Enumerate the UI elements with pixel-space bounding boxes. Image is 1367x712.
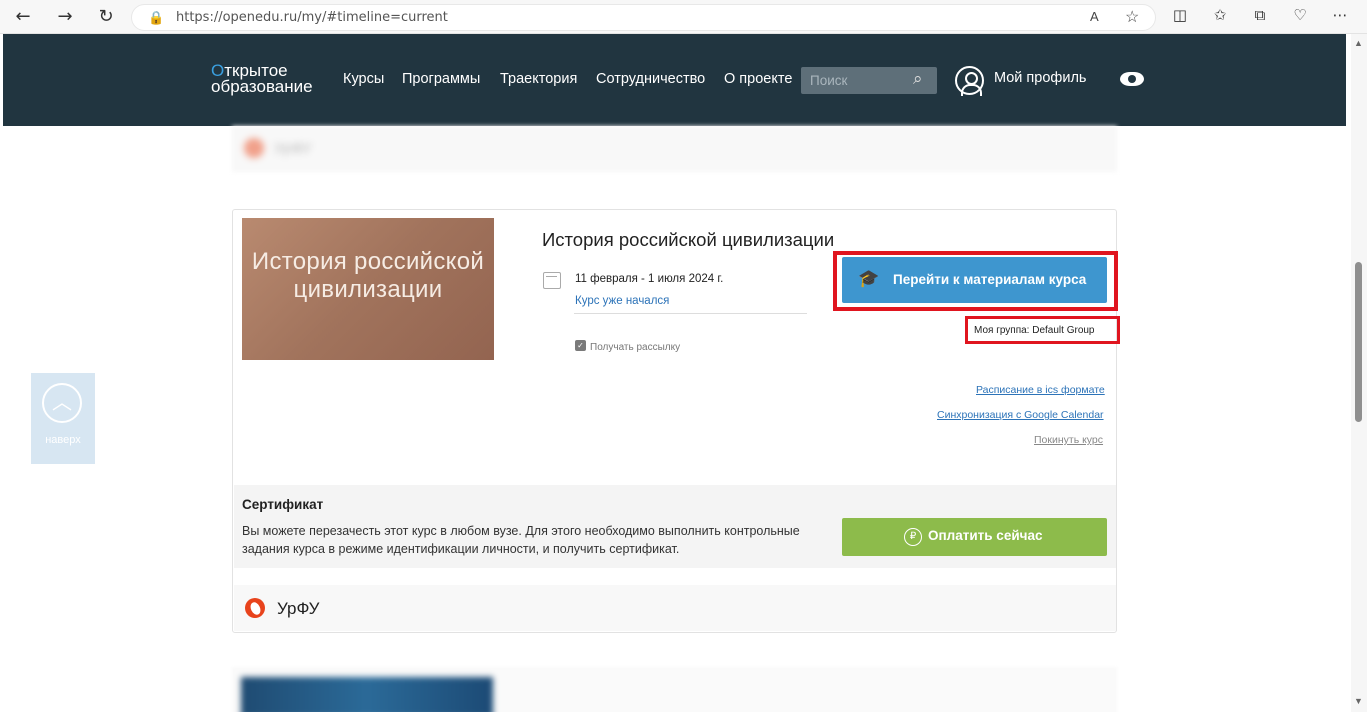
split-screen-icon[interactable]: ◫: [1169, 6, 1191, 24]
scroll-down-icon[interactable]: ▼: [1354, 696, 1363, 706]
read-aloud-icon[interactable]: A: [1090, 9, 1099, 24]
university-name[interactable]: УрФУ: [277, 599, 319, 619]
address-bar[interactable]: 🔒 https://openedu.ru/my/#timeline=curren…: [131, 4, 1156, 31]
refresh-icon[interactable]: ↻: [94, 5, 118, 29]
favorites-icon[interactable]: ✩: [1209, 6, 1231, 24]
university-logo-icon: [244, 138, 264, 158]
site-header: Открытое образование Курсы Программы Тра…: [3, 34, 1346, 126]
extensions-icon[interactable]: ♡: [1289, 6, 1311, 24]
blurred-university-name: УрФУ: [274, 140, 312, 157]
course-status: Курс уже начался: [575, 295, 670, 307]
scroll-up-icon[interactable]: ▲: [1354, 38, 1363, 48]
url-text: https://openedu.ru/my/#timeline=current: [176, 10, 448, 25]
menu-trajectory[interactable]: Траектория: [500, 71, 577, 87]
favorite-star-icon[interactable]: ☆: [1125, 7, 1139, 27]
course-image-text: История российской цивилизации: [251, 248, 485, 303]
divider: [574, 313, 807, 314]
logo-line2: образование: [211, 77, 313, 96]
back-icon[interactable]: ←: [11, 5, 35, 29]
scrollbar-thumb[interactable]: [1355, 262, 1362, 422]
menu-programs[interactable]: Программы: [402, 71, 480, 87]
more-icon[interactable]: ⋯: [1329, 6, 1351, 24]
search-input[interactable]: Поиск ⌕: [801, 67, 937, 94]
lock-icon: 🔒: [148, 10, 165, 25]
menu-about[interactable]: О проекте: [724, 71, 792, 87]
certificate-section: Сертификат Вы можете перезачесть этот ку…: [234, 485, 1116, 568]
previous-course-card-blurred: УрФУ: [232, 126, 1117, 172]
highlight-box-button: [833, 251, 1118, 311]
site-logo[interactable]: Открытое образование: [211, 62, 313, 96]
forward-icon[interactable]: →: [53, 5, 77, 29]
menu-courses[interactable]: Курсы: [343, 71, 384, 87]
accessibility-eye-icon[interactable]: [1120, 72, 1144, 86]
course-title[interactable]: История российской цивилизации: [542, 229, 834, 251]
certificate-text: Вы можете перезачесть этот курс в любом …: [242, 524, 800, 556]
course-card: История российской цивилизации История р…: [232, 209, 1120, 633]
ics-schedule-link[interactable]: Расписание в ics формате: [976, 384, 1105, 396]
back-to-top-button[interactable]: ︿ наверх: [31, 373, 95, 464]
certificate-title: Сертификат: [242, 497, 324, 512]
leave-course-link[interactable]: Покинуть курс: [1034, 434, 1103, 446]
collections-icon[interactable]: ⧉: [1249, 6, 1271, 24]
page-scrollbar[interactable]: ▲ ▼: [1351, 34, 1367, 712]
blurred-course-image: [241, 677, 493, 712]
calendar-icon: [543, 272, 561, 289]
pay-now-label: Оплатить сейчас: [928, 528, 1043, 543]
newsletter-label: Получать рассылку: [590, 342, 681, 353]
course-dates: 11 февраля - 1 июля 2024 г.: [575, 273, 724, 285]
search-icon[interactable]: ⌕: [913, 69, 923, 89]
profile-link[interactable]: Мой профиль: [994, 70, 1086, 86]
highlight-box-group: [965, 316, 1120, 344]
newsletter-checkbox[interactable]: ✓: [575, 340, 586, 351]
browser-toolbar: ← → ↻ 🔒 https://openedu.ru/my/#timeline=…: [0, 0, 1367, 34]
chevron-up-icon: ︿: [42, 383, 82, 423]
course-image[interactable]: История российской цивилизации: [242, 218, 494, 360]
ruble-icon: ₽: [904, 528, 922, 546]
profile-icon[interactable]: [955, 66, 984, 96]
search-placeholder: Поиск: [810, 73, 848, 88]
page-viewport: Открытое образование Курсы Программы Тра…: [0, 34, 1351, 712]
pay-now-button[interactable]: ₽ Оплатить сейчас: [842, 518, 1107, 556]
university-row: УрФУ: [234, 585, 1116, 631]
google-calendar-sync-link[interactable]: Синхронизация с Google Calendar: [937, 409, 1104, 421]
menu-cooperation[interactable]: Сотрудничество: [596, 71, 705, 87]
next-course-card-blurred: [232, 667, 1117, 712]
back-to-top-label: наверх: [45, 434, 81, 446]
urfu-logo-icon: [245, 598, 265, 618]
